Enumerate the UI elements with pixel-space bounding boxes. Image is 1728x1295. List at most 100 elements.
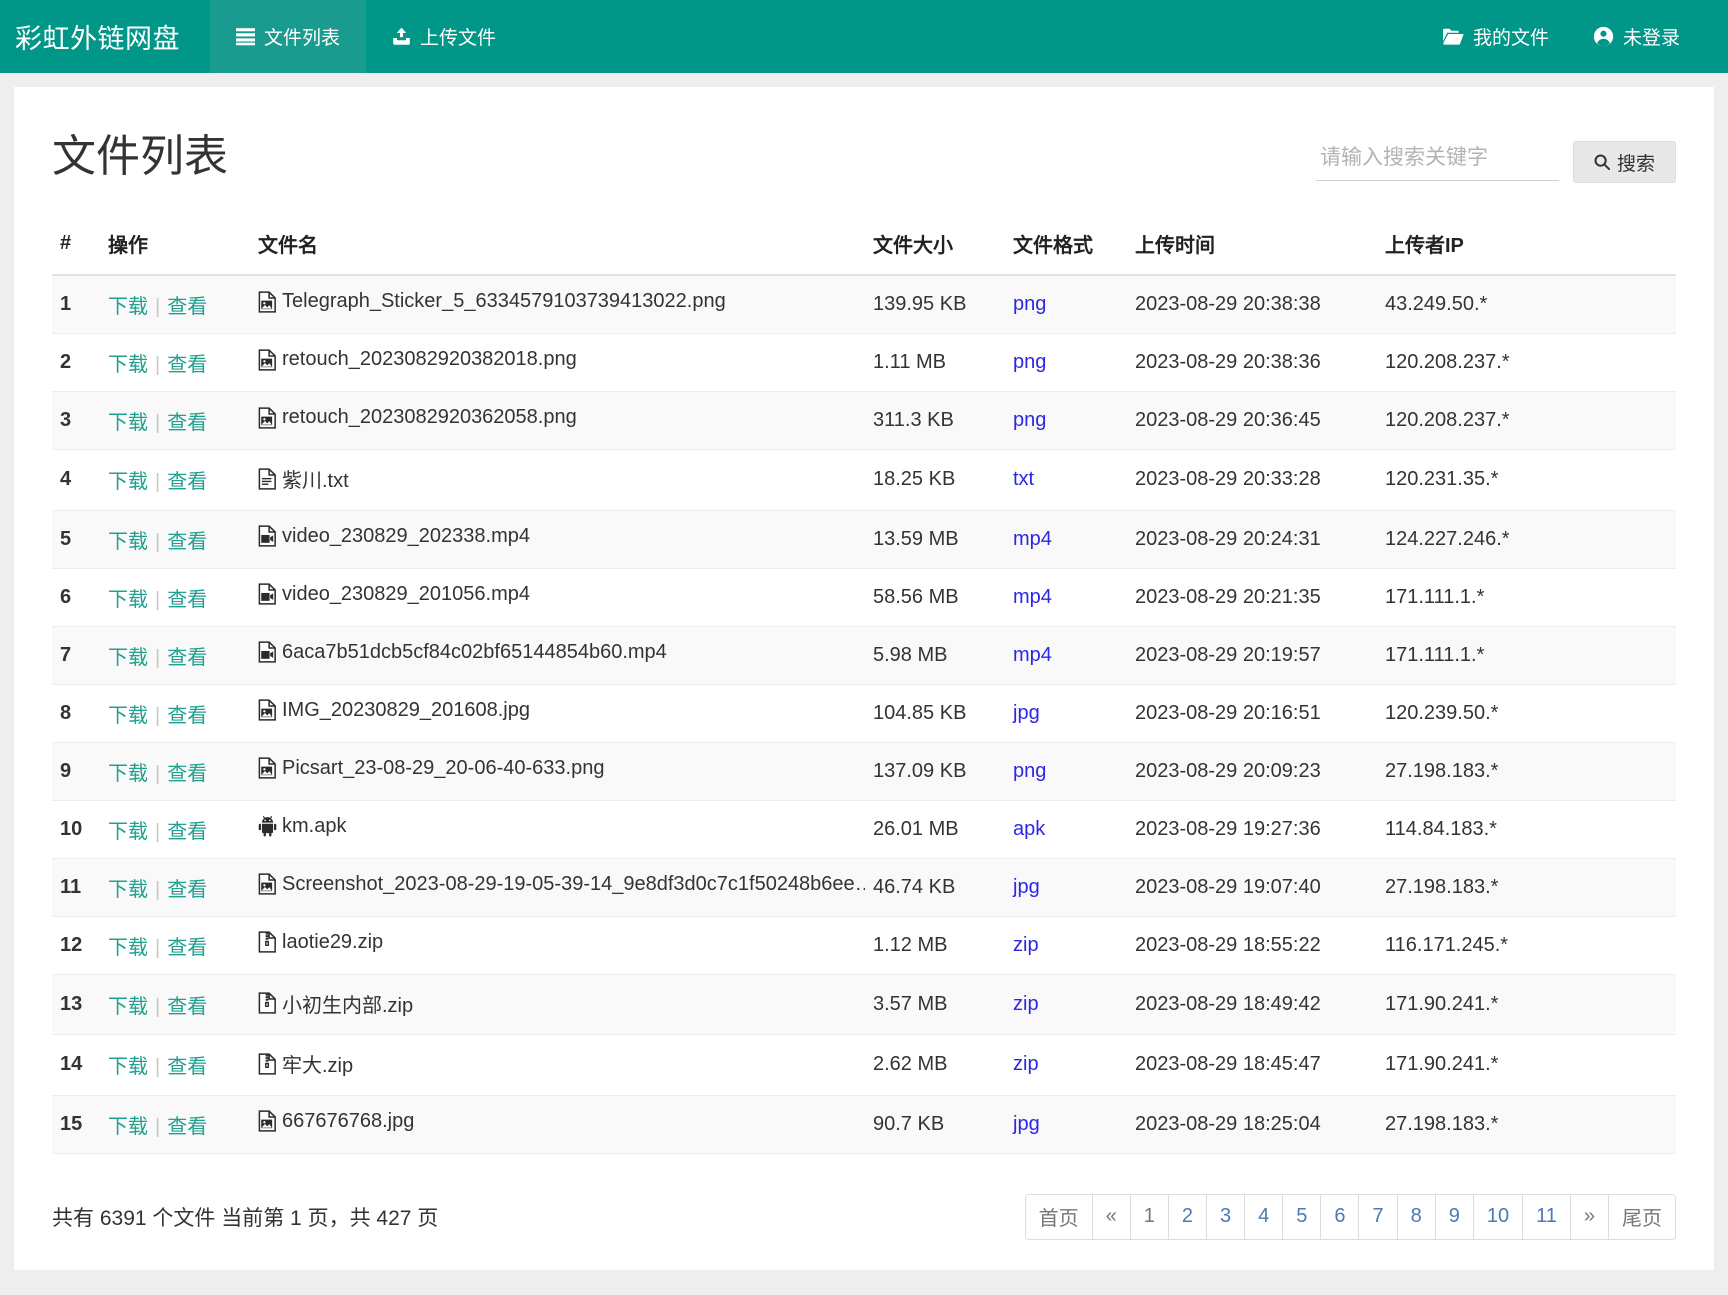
th-filename: 文件名 — [250, 219, 865, 275]
download-link[interactable]: 下载 — [108, 1056, 148, 1078]
pagination-item[interactable]: 首页 — [1026, 1195, 1093, 1239]
cell-format: zip — [1005, 1035, 1127, 1096]
download-link[interactable]: 下载 — [108, 821, 148, 843]
cell-format: png — [1005, 275, 1127, 334]
format-link[interactable]: apk — [1013, 818, 1045, 840]
view-link[interactable]: 查看 — [167, 705, 207, 727]
view-link[interactable]: 查看 — [167, 996, 207, 1018]
download-link[interactable]: 下载 — [108, 647, 148, 669]
table-row: 5下载|查看video_230829_202338.mp413.59 MBmp4… — [52, 510, 1676, 568]
format-link[interactable]: zip — [1013, 1053, 1039, 1075]
format-link[interactable]: jpg — [1013, 1113, 1040, 1135]
view-link[interactable]: 查看 — [167, 1116, 207, 1138]
pagination-item[interactable]: 10 — [1474, 1195, 1523, 1239]
nav-item-my-files[interactable]: 我的文件 — [1421, 0, 1571, 73]
view-link[interactable]: 查看 — [167, 531, 207, 553]
pagination-item[interactable]: 尾页 — [1609, 1195, 1675, 1239]
nav-item-login-status[interactable]: 未登录 — [1571, 0, 1702, 73]
pagination-item[interactable]: 8 — [1398, 1195, 1436, 1239]
cell-actions: 下载|查看 — [100, 858, 250, 916]
download-link[interactable]: 下载 — [108, 589, 148, 611]
pagination-item[interactable]: 7 — [1359, 1195, 1397, 1239]
view-link[interactable]: 查看 — [167, 821, 207, 843]
view-link[interactable]: 查看 — [167, 763, 207, 785]
cell-filename: 6aca7b51dcb5cf84c02bf65144854b60.mp4 — [250, 626, 865, 684]
video-file-icon — [258, 641, 277, 663]
format-link[interactable]: jpg — [1013, 876, 1040, 898]
download-link[interactable]: 下载 — [108, 763, 148, 785]
cell-filename: video_230829_202338.mp4 — [250, 510, 865, 568]
cell-index: 8 — [52, 684, 100, 742]
action-separator: | — [148, 705, 167, 727]
cell-index: 5 — [52, 510, 100, 568]
view-link[interactable]: 查看 — [167, 647, 207, 669]
format-link[interactable]: txt — [1013, 468, 1034, 490]
format-link[interactable]: png — [1013, 293, 1046, 315]
table-row: 9下载|查看Picsart_23-08-29_20-06-40-633.png1… — [52, 742, 1676, 800]
image-file-icon — [258, 873, 277, 895]
pagination-item[interactable]: 2 — [1169, 1195, 1207, 1239]
download-link[interactable]: 下载 — [108, 1116, 148, 1138]
table-row: 7下载|查看6aca7b51dcb5cf84c02bf65144854b60.m… — [52, 626, 1676, 684]
format-link[interactable]: zip — [1013, 934, 1039, 956]
download-link[interactable]: 下载 — [108, 296, 148, 318]
filename-text: Picsart_23-08-29_20-06-40-633.png — [282, 757, 604, 780]
pagination-item[interactable]: » — [1571, 1195, 1609, 1239]
brand-label: 彩虹外链网盘 — [15, 17, 180, 56]
view-link[interactable]: 查看 — [167, 412, 207, 434]
pagination-item[interactable]: 1 — [1131, 1195, 1169, 1239]
format-link[interactable]: zip — [1013, 993, 1039, 1015]
view-link[interactable]: 查看 — [167, 354, 207, 376]
download-link[interactable]: 下载 — [108, 879, 148, 901]
pagination-item[interactable]: 3 — [1207, 1195, 1245, 1239]
view-link[interactable]: 查看 — [167, 937, 207, 959]
download-link[interactable]: 下载 — [108, 471, 148, 493]
cell-filesize: 18.25 KB — [865, 450, 1005, 511]
image-file-icon — [258, 699, 277, 721]
format-link[interactable]: png — [1013, 409, 1046, 431]
cell-filesize: 1.12 MB — [865, 916, 1005, 974]
nav-item-upload[interactable]: 上传文件 — [366, 0, 522, 73]
table-row: 10下载|查看km.apk26.01 MBapk2023-08-29 19:27… — [52, 800, 1676, 858]
download-link[interactable]: 下载 — [108, 354, 148, 376]
action-separator: | — [148, 589, 167, 611]
pagination-item[interactable]: 6 — [1321, 1195, 1359, 1239]
search-input[interactable] — [1316, 141, 1559, 181]
cell-uploadtime: 2023-08-29 20:38:36 — [1127, 334, 1377, 392]
download-link[interactable]: 下载 — [108, 412, 148, 434]
action-separator: | — [148, 412, 167, 434]
format-link[interactable]: mp4 — [1013, 528, 1052, 550]
view-link[interactable]: 查看 — [167, 296, 207, 318]
brand-logo[interactable]: 彩虹外链网盘 — [0, 0, 210, 73]
file-table-head: # 操作 文件名 文件大小 文件格式 上传时间 上传者IP — [52, 219, 1676, 275]
view-link[interactable]: 查看 — [167, 589, 207, 611]
th-uploadtime: 上传时间 — [1127, 219, 1377, 275]
cell-filename: video_230829_201056.mp4 — [250, 568, 865, 626]
upload-icon — [392, 27, 411, 46]
format-link[interactable]: png — [1013, 351, 1046, 373]
cell-filename: Screenshot_2023-08-29-19-05-39-14_9e8df3… — [250, 858, 865, 916]
view-link[interactable]: 查看 — [167, 879, 207, 901]
filename-text: 6aca7b51dcb5cf84c02bf65144854b60.mp4 — [282, 641, 667, 664]
pagination-item[interactable]: « — [1093, 1195, 1131, 1239]
search-button[interactable]: 搜索 — [1573, 141, 1676, 183]
view-link[interactable]: 查看 — [167, 1056, 207, 1078]
image-file-icon — [258, 349, 277, 371]
pagination-item[interactable]: 11 — [1523, 1195, 1571, 1239]
th-actions: 操作 — [100, 219, 250, 275]
view-link[interactable]: 查看 — [167, 471, 207, 493]
download-link[interactable]: 下载 — [108, 705, 148, 727]
format-link[interactable]: png — [1013, 760, 1046, 782]
format-link[interactable]: mp4 — [1013, 644, 1052, 666]
pagination-item[interactable]: 9 — [1436, 1195, 1474, 1239]
nav-item-file-list[interactable]: 文件列表 — [210, 0, 366, 73]
format-link[interactable]: mp4 — [1013, 586, 1052, 608]
download-link[interactable]: 下载 — [108, 996, 148, 1018]
download-link[interactable]: 下载 — [108, 531, 148, 553]
pagination-item[interactable]: 4 — [1245, 1195, 1283, 1239]
download-link[interactable]: 下载 — [108, 937, 148, 959]
cell-index: 2 — [52, 334, 100, 392]
format-link[interactable]: jpg — [1013, 702, 1040, 724]
pagination-item[interactable]: 5 — [1283, 1195, 1321, 1239]
th-format: 文件格式 — [1005, 219, 1127, 275]
